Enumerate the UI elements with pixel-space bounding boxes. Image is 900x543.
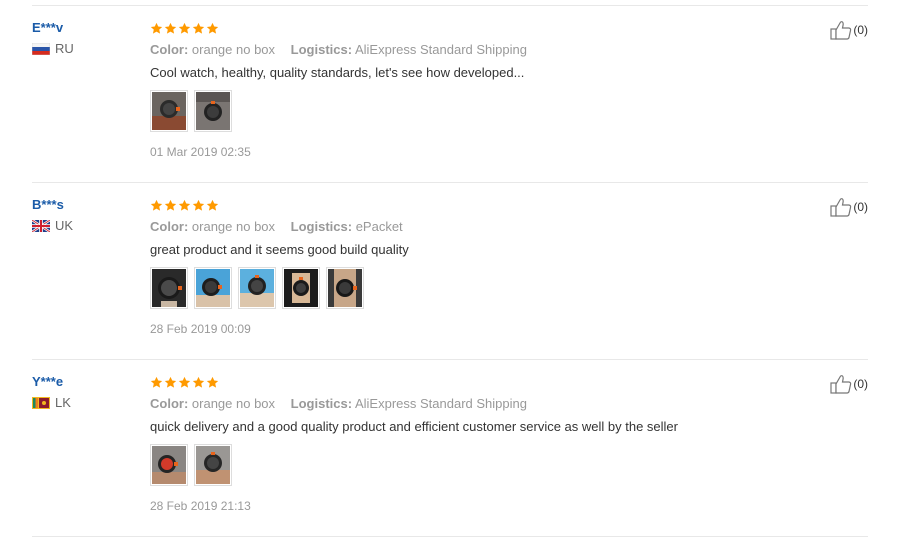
review-body: Color: orange no box Logistics: AliExpre… xyxy=(150,374,808,513)
review-body: Color: orange no box Logistics: AliExpre… xyxy=(150,20,808,159)
review-text: Cool watch, healthy, quality standards, … xyxy=(150,65,525,80)
star-rating xyxy=(150,197,808,213)
logistics-label: Logistics: xyxy=(290,396,353,411)
review-body: Color: orange no box Logistics: ePacket … xyxy=(150,197,808,336)
review-photo-thumbnail[interactable] xyxy=(150,444,188,486)
star-icon xyxy=(164,22,177,34)
helpful-count: (0) xyxy=(853,200,868,214)
star-icon xyxy=(192,376,205,388)
reviewer-name[interactable]: E***v xyxy=(32,20,142,35)
helpful-button[interactable]: (0) xyxy=(830,197,868,217)
star-rating xyxy=(150,20,808,36)
star-icon xyxy=(206,376,219,388)
review-text: great product and it seems good build qu… xyxy=(150,242,409,257)
review-photo-thumbnail[interactable] xyxy=(238,267,276,309)
star-icon xyxy=(206,199,219,211)
review-date: 01 Mar 2019 02:35 xyxy=(150,145,251,159)
star-icon xyxy=(164,376,177,388)
country-code: LK xyxy=(55,395,71,410)
color-label: Color: xyxy=(150,396,189,411)
review-photos xyxy=(150,267,808,309)
review-photos xyxy=(150,444,808,486)
reviewer-name[interactable]: B***s xyxy=(32,197,142,212)
review-date: 28 Feb 2019 21:13 xyxy=(150,499,251,513)
review-photo-thumbnail[interactable] xyxy=(194,90,232,132)
order-info: Color: orange no box Logistics: ePacket xyxy=(150,219,808,234)
star-icon xyxy=(206,22,219,34)
helpful-count: (0) xyxy=(853,377,868,391)
review-text: quick delivery and a good quality produc… xyxy=(150,419,678,434)
color-value: orange no box xyxy=(191,42,276,57)
helpful-count: (0) xyxy=(853,23,868,37)
color-label: Color: xyxy=(150,219,189,234)
helpful-button[interactable]: (0) xyxy=(830,20,868,40)
logistics-label: Logistics: xyxy=(290,219,353,234)
review-photo-thumbnail[interactable] xyxy=(150,90,188,132)
reviewer-country: LK xyxy=(32,395,142,410)
star-icon xyxy=(178,22,191,34)
color-value: orange no box xyxy=(191,219,276,234)
star-icon xyxy=(192,199,205,211)
review-photo-thumbnail[interactable] xyxy=(326,267,364,309)
star-icon xyxy=(164,199,177,211)
order-info: Color: orange no box Logistics: AliExpre… xyxy=(150,42,808,57)
star-icon xyxy=(192,22,205,34)
thumbs-up-icon xyxy=(830,198,852,217)
star-icon xyxy=(178,199,191,211)
star-icon xyxy=(178,376,191,388)
review-photo-thumbnail[interactable] xyxy=(194,444,232,486)
review-date: 28 Feb 2019 00:09 xyxy=(150,322,251,336)
thumbs-up-icon xyxy=(830,375,852,394)
review-item: Y***e LK Color: orange no box Logistics:… xyxy=(32,359,868,537)
color-label: Color: xyxy=(150,42,189,57)
country-code: RU xyxy=(55,41,74,56)
reviewer-name[interactable]: Y***e xyxy=(32,374,142,389)
order-info: Color: orange no box Logistics: AliExpre… xyxy=(150,396,808,411)
logistics-value: AliExpress Standard Shipping xyxy=(354,42,527,57)
uk-flag-icon xyxy=(32,219,50,232)
review-photo-thumbnail[interactable] xyxy=(194,267,232,309)
review-photos xyxy=(150,90,808,132)
color-value: orange no box xyxy=(191,396,276,411)
review-photo-thumbnail[interactable] xyxy=(150,267,188,309)
reviewer-country: UK xyxy=(32,218,142,233)
star-icon xyxy=(150,376,163,388)
review-item: B***s UK Color: orange no box Logistics:… xyxy=(32,182,868,359)
logistics-label: Logistics: xyxy=(290,42,353,57)
star-rating xyxy=(150,374,808,390)
star-icon xyxy=(150,199,163,211)
star-icon xyxy=(150,22,163,34)
reviewer-info: B***s UK xyxy=(32,197,142,233)
thumbs-up-icon xyxy=(830,21,852,40)
reviewer-country: RU xyxy=(32,41,142,56)
reviewer-info: Y***e LK xyxy=(32,374,142,410)
logistics-value: AliExpress Standard Shipping xyxy=(354,396,527,411)
sri-lanka-flag-icon xyxy=(32,396,50,409)
russia-flag-icon xyxy=(32,42,50,55)
logistics-value: ePacket xyxy=(355,219,403,234)
reviewer-info: E***v RU xyxy=(32,20,142,56)
helpful-button[interactable]: (0) xyxy=(830,374,868,394)
review-photo-thumbnail[interactable] xyxy=(282,267,320,309)
country-code: UK xyxy=(55,218,74,233)
review-item: E***v RU Color: orange no box Logistics:… xyxy=(32,5,868,182)
